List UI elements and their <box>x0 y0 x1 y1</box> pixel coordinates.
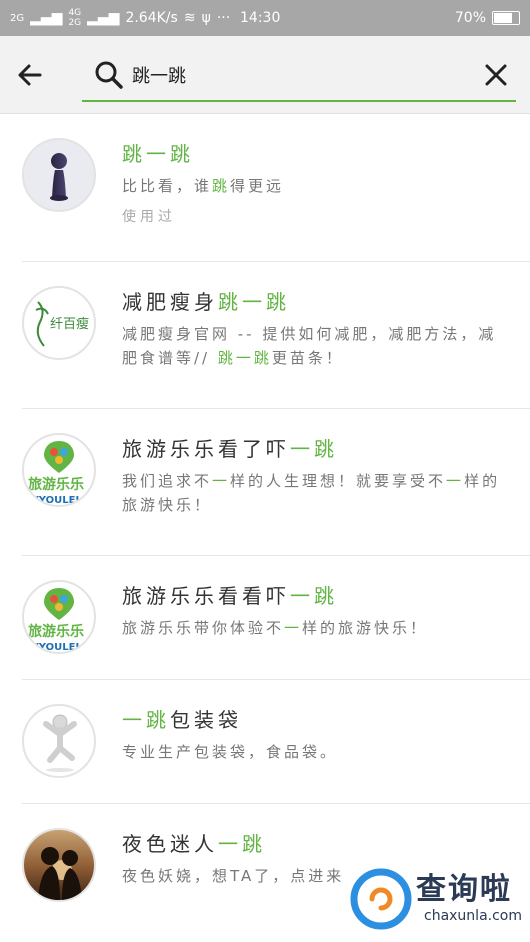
item-description: 专业生产包装袋，食品袋。 <box>122 740 502 764</box>
status-right: 70% <box>455 10 520 26</box>
travel-logo-sub: LVYOULELE <box>26 495 89 505</box>
desc-text: 比比看，谁 <box>122 177 213 195</box>
watermark-cn: 查询啦 <box>416 872 512 907</box>
item-title: 跳一跳 <box>122 140 502 168</box>
title-highlight: 一跳 <box>218 832 266 856</box>
status-bar: 2G ▂▄▆ 4G 2G ▂▄▆ 2.64K/s ≋ ψ ··· 14:30 7… <box>0 0 530 36</box>
list-item[interactable]: 一跳包装袋 专业生产包装袋，食品袋。 <box>22 680 530 804</box>
travel-logo-text: 旅游乐乐 <box>28 476 84 493</box>
item-title: 夜色迷人一跳 <box>122 830 502 858</box>
signal-4g-label: 4G 2G <box>68 8 81 28</box>
search-header: 跳一跳 <box>0 36 530 114</box>
clock: 14:30 <box>240 10 281 26</box>
item-body: 旅游乐乐看了吓一跳 我们追求不一样的人生理想！就要享受不一样的旅游快乐！ <box>122 435 502 555</box>
clear-button[interactable] <box>476 55 516 95</box>
watermark-text: 查询啦 chaxunla.com <box>416 873 522 925</box>
item-description: 减肥瘦身官网 -- 提供如何减肥，减肥方法，减肥食谱等// 跳一跳更苗条！ <box>122 322 502 370</box>
watermark-logo: 查询啦 chaxunla.com <box>350 856 530 942</box>
pawn-icon <box>50 153 68 201</box>
slim-logo-icon: 纤百瘦 <box>35 301 89 347</box>
desc-text: 样的旅游快乐！ <box>302 619 429 637</box>
desc-text: 得更远 <box>230 177 285 195</box>
title-text: 包装袋 <box>170 708 242 732</box>
title-highlight: 跳一跳 <box>122 142 194 166</box>
item-description: 旅游乐乐带你体验不一样的旅游快乐！ <box>122 616 502 640</box>
watermark-en: chaxunla.com <box>424 908 522 924</box>
watermark-icon <box>350 868 412 930</box>
wifi-icon: ≋ <box>183 10 196 26</box>
desc-highlight: 跳 <box>212 177 231 195</box>
avatar: 纤百瘦 <box>22 286 96 360</box>
item-title: 减肥瘦身跳一跳 <box>122 288 502 316</box>
used-before-label: 使用过 <box>122 209 176 225</box>
avatar: 旅游乐乐 LVYOULELE <box>22 433 96 507</box>
item-title: 旅游乐乐看了吓一跳 <box>122 435 502 463</box>
back-button[interactable] <box>0 61 60 89</box>
title-text: 减肥瘦身 <box>122 290 218 314</box>
item-body: 跳一跳 比比看，谁跳得更远 使用过 <box>122 140 502 261</box>
travel-logo-icon: 旅游乐乐 LVYOULELE <box>26 588 89 652</box>
list-item[interactable]: 旅游乐乐 LVYOULELE 旅游乐乐看看吓一跳 旅游乐乐带你体验不一样的旅游快… <box>22 556 530 680</box>
search-query[interactable]: 跳一跳 <box>132 62 476 88</box>
title-highlight: 一跳 <box>290 437 338 461</box>
title-highlight: 跳一跳 <box>218 290 290 314</box>
item-body: 旅游乐乐看看吓一跳 旅游乐乐带你体验不一样的旅游快乐！ <box>122 582 502 679</box>
item-title: 旅游乐乐看看吓一跳 <box>122 582 502 610</box>
search-input[interactable]: 跳一跳 <box>82 50 516 102</box>
status-left: 2G ▂▄▆ 4G 2G ▂▄▆ 2.64K/s ≋ ψ ··· <box>10 8 455 28</box>
network-speed: 2.64K/s <box>125 10 178 26</box>
item-description: 比比看，谁跳得更远 <box>122 174 502 198</box>
title-highlight: 一跳 <box>122 708 170 732</box>
list-item[interactable]: 跳一跳 比比看，谁跳得更远 使用过 <box>22 114 530 262</box>
back-arrow-icon <box>18 64 42 85</box>
desc-text: 样的人生理想！就要享受不 <box>230 472 447 490</box>
desc-highlight: 一 <box>212 472 231 490</box>
desc-text: 旅游乐乐带你体验不 <box>122 619 285 637</box>
item-description: 我们追求不一样的人生理想！就要享受不一样的旅游快乐！ <box>122 469 502 517</box>
desc-highlight: 一 <box>284 619 303 637</box>
title-text: 旅游乐乐看了吓 <box>122 437 290 461</box>
list-item[interactable]: 纤百瘦 减肥瘦身跳一跳 减肥瘦身官网 -- 提供如何减肥，减肥方法，减肥食谱等/… <box>22 262 530 409</box>
desc-highlight: 一 <box>446 472 465 490</box>
desc-text: 夜色妖娆，想TA了，点进来 <box>122 867 345 885</box>
item-body: 减肥瘦身跳一跳 减肥瘦身官网 -- 提供如何减肥，减肥方法，减肥食谱等// 跳一… <box>122 288 502 408</box>
slim-logo-text: 纤百瘦 <box>50 316 89 332</box>
results-list: 跳一跳 比比看，谁跳得更远 使用过 纤百瘦 减肥瘦身跳一跳 减肥瘦身官网 -- … <box>0 114 530 928</box>
list-item[interactable]: 旅游乐乐 LVYOULELE 旅游乐乐看了吓一跳 我们追求不一样的人生理想！就要… <box>22 409 530 556</box>
title-text: 夜色迷人 <box>122 832 218 856</box>
jumping-figure-icon <box>43 714 77 772</box>
title-text: 旅游乐乐看看吓 <box>122 584 290 608</box>
title-highlight: 一跳 <box>290 584 338 608</box>
close-icon <box>485 64 507 86</box>
item-title: 一跳包装袋 <box>122 706 502 734</box>
avatar <box>22 138 96 212</box>
usb-icon: ψ <box>201 10 211 26</box>
desc-text: 专业生产包装袋，食品袋。 <box>122 743 339 761</box>
more-icon: ··· <box>216 10 231 26</box>
desc-text: 更苗条！ <box>271 349 344 367</box>
couple-photo-icon <box>38 847 82 900</box>
signal-2g-label: 2G <box>10 12 25 24</box>
travel-logo-text: 旅游乐乐 <box>28 623 84 640</box>
travel-logo-sub: LVYOULELE <box>26 642 89 652</box>
signal-icon-2: ▂▄▆ <box>87 10 120 26</box>
item-body: 一跳包装袋 专业生产包装袋，食品袋。 <box>122 706 502 803</box>
avatar <box>22 828 96 902</box>
signal-4g-top: 4G <box>68 8 82 18</box>
desc-highlight: 跳一跳 <box>217 349 272 367</box>
battery-icon <box>492 11 520 25</box>
desc-text: 我们追求不 <box>122 472 213 490</box>
avatar: 旅游乐乐 LVYOULELE <box>22 580 96 654</box>
travel-logo-icon: 旅游乐乐 LVYOULELE <box>26 441 89 505</box>
signal-icon: ▂▄▆ <box>30 10 63 26</box>
signal-4g-bottom: 2G <box>68 18 82 28</box>
avatar <box>22 704 96 778</box>
battery-percent: 70% <box>454 10 486 26</box>
search-icon <box>95 61 123 89</box>
